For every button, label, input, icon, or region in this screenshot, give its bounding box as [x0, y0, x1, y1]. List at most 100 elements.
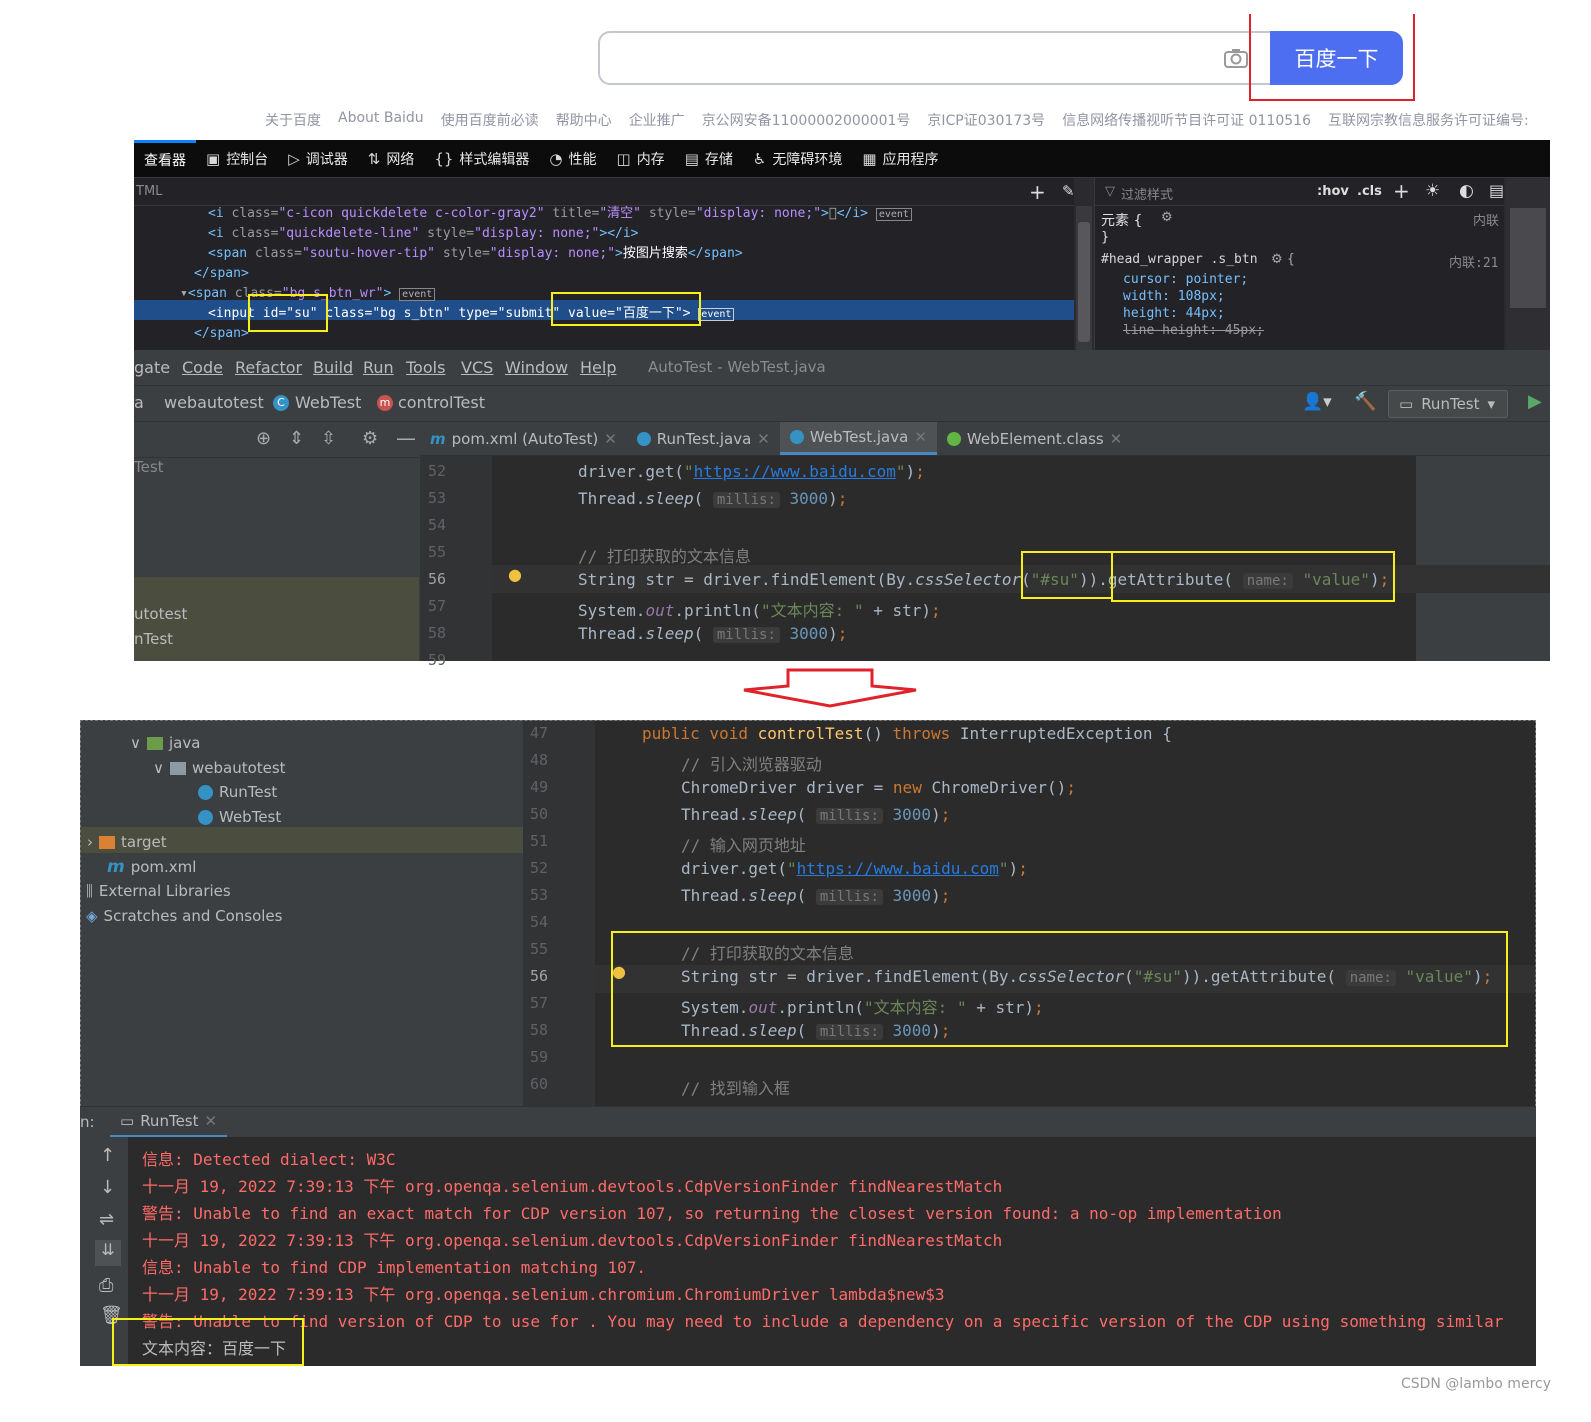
code-line[interactable]: System.out.println("文本内容: " + str);	[578, 597, 941, 621]
build-hammer-icon[interactable]: 🔨	[1354, 391, 1376, 412]
cls-toggle[interactable]: .cls	[1357, 184, 1382, 199]
code-line[interactable]: Thread.sleep( millis: 3000);	[578, 624, 847, 643]
menu-code[interactable]: Code	[182, 358, 223, 377]
event-badge[interactable]: event	[698, 308, 735, 321]
css-prop[interactable]: width: 108px;	[1123, 289, 1225, 304]
tab-webelement[interactable]: WebElement.class ✕	[937, 422, 1132, 455]
event-badge[interactable]: event	[399, 288, 436, 301]
footer-link[interactable]: 帮助中心	[556, 110, 612, 130]
scroll-to-end-icon[interactable]: ⇊	[95, 1240, 121, 1266]
tree-node-webtest[interactable]: WebTest	[198, 808, 281, 826]
tab-console[interactable]: ▣ 控制台	[196, 140, 278, 178]
arrow-up-icon[interactable]: ↑	[100, 1145, 115, 1166]
tab-memory[interactable]: ◫ 内存	[607, 140, 675, 178]
close-icon[interactable]: ✕	[604, 430, 617, 448]
code-line[interactable]: Thread.sleep( millis: 3000);	[578, 489, 847, 508]
menu-navigate[interactable]: gate	[134, 358, 170, 377]
css-prop[interactable]: cursor: pointer;	[1123, 272, 1248, 287]
tab-webtest[interactable]: WebTest.java ✕	[779, 422, 937, 455]
event-badge[interactable]: event	[875, 208, 912, 221]
css-prop[interactable]: height: 44px;	[1123, 306, 1225, 321]
tab-debugger[interactable]: ▷ 调试器	[278, 140, 358, 178]
tree-node-java[interactable]: ∨ java	[130, 734, 200, 752]
tree-node-target[interactable]: › target	[87, 833, 167, 851]
html-line[interactable]: <span class="soutu-hover-tip" style="dis…	[208, 244, 743, 264]
footer-link[interactable]: 京ICP证030173号	[927, 110, 1045, 130]
add-node-icon[interactable]: +	[1029, 180, 1046, 204]
rule-source[interactable]: 内联:21	[1449, 252, 1498, 271]
code-line[interactable]: public void controlTest() throws Interru…	[642, 724, 1172, 743]
menu-build[interactable]: Build	[313, 358, 353, 377]
print-icon[interactable]: ⎙	[99, 1275, 113, 1296]
footer-link[interactable]: 互联网宗教信息服务许可证编号:	[1328, 110, 1529, 130]
tree-node-scratches[interactable]: ◈ Scratches and Consoles	[86, 907, 282, 925]
user-icon[interactable]: 👤▾	[1302, 392, 1332, 412]
menu-window[interactable]: Window	[505, 358, 568, 377]
code-line[interactable]: driver.get("https://www.baidu.com");	[681, 859, 1028, 878]
arrow-down-icon[interactable]: ↓	[100, 1177, 115, 1198]
html-line[interactable]: </span>	[194, 264, 249, 284]
code-line[interactable]: driver.get("https://www.baidu.com");	[578, 462, 925, 481]
menu-help[interactable]: Help	[580, 358, 616, 377]
code-line[interactable]: // 打印获取的文本信息	[578, 543, 751, 567]
code-line[interactable]: Thread.sleep( millis: 3000);	[681, 886, 950, 905]
html-scrollbar[interactable]	[1076, 206, 1092, 350]
search-input[interactable]	[598, 31, 1270, 85]
breadcrumb-item[interactable]: a	[134, 393, 144, 412]
footer-link[interactable]: 使用百度前必读	[441, 110, 539, 130]
gear-icon[interactable]: ⚙	[362, 428, 378, 449]
html-line[interactable]: </span>	[194, 324, 249, 344]
locate-icon[interactable]: ⊕	[256, 428, 271, 449]
tab-accessibility[interactable]: ♿ 无障碍环境	[743, 140, 852, 178]
tab-pom[interactable]: m pom.xml (AutoTest) ✕	[420, 422, 627, 455]
tree-node-webautotest[interactable]: ∨ webautotest	[153, 759, 286, 777]
gear-icon[interactable]: ⚙	[1161, 210, 1173, 225]
close-icon[interactable]: ✕	[1110, 430, 1123, 448]
collapse-all-icon[interactable]: ⇳	[321, 428, 336, 449]
project-item[interactable]: Test	[134, 458, 164, 476]
gear-icon[interactable]: ⚙ {	[1271, 252, 1295, 267]
html-line[interactable]: <i class="quickdelete-line" style="displ…	[208, 224, 639, 244]
css-prop-overridden[interactable]: line-height: 45px;	[1123, 323, 1264, 338]
breadcrumb-item[interactable]: webautotest	[164, 393, 264, 412]
tab-inspector[interactable]: 查看器	[134, 140, 196, 178]
menu-run[interactable]: Run	[363, 358, 394, 377]
tab-storage[interactable]: ▤ 存储	[675, 140, 743, 178]
print-icon[interactable]: ▤	[1489, 181, 1504, 200]
tab-network[interactable]: ⇅ 网络	[358, 140, 425, 178]
breadcrumb-item[interactable]: WebTest	[295, 393, 361, 412]
run-tab[interactable]: ▭ RunTest ✕	[110, 1107, 228, 1138]
close-icon[interactable]: ✕	[205, 1112, 218, 1130]
filter-styles-input[interactable]: 过滤样式	[1121, 184, 1173, 203]
tree-node-external-libraries[interactable]: ⫼ External Libraries	[86, 882, 231, 900]
dark-mode-icon[interactable]: ◐	[1459, 181, 1474, 201]
code-line[interactable]: // 输入网页地址	[681, 832, 806, 856]
tree-node-pom[interactable]: m pom.xml	[107, 857, 196, 877]
minimize-icon[interactable]: —	[396, 426, 416, 450]
code-line[interactable]: // 引入浏览器驱动	[681, 751, 822, 775]
lightbulb-icon[interactable]: ●	[508, 565, 522, 584]
code-line[interactable]: ChromeDriver driver = new ChromeDriver()…	[681, 778, 1076, 797]
menu-refactor[interactable]: Refactor	[235, 358, 302, 377]
project-item[interactable]: utotest	[134, 605, 187, 623]
project-item[interactable]: nTest	[134, 630, 173, 648]
run-config-dropdown[interactable]: ▭ RunTest ▾	[1388, 390, 1508, 418]
add-rule-icon[interactable]: +	[1393, 179, 1410, 203]
code-line[interactable]: Thread.sleep( millis: 3000);	[681, 805, 950, 824]
footer-link[interactable]: 京公网安备11000002000001号	[702, 110, 911, 130]
tab-runtest[interactable]: RunTest.java ✕	[627, 422, 780, 455]
hov-toggle[interactable]: :hov	[1317, 184, 1349, 199]
rule-source[interactable]: 内联	[1473, 210, 1499, 229]
run-icon[interactable]: ▶	[1528, 391, 1542, 412]
close-icon[interactable]: ✕	[914, 428, 927, 446]
menu-tools[interactable]: Tools	[406, 358, 445, 377]
expand-all-icon[interactable]: ⇕	[289, 428, 304, 449]
code-line[interactable]: // 找到输入框	[681, 1075, 790, 1099]
camera-icon[interactable]	[1222, 44, 1250, 72]
tab-style-editor[interactable]: {} 样式编辑器	[424, 140, 539, 178]
breadcrumb-item[interactable]: controlTest	[398, 393, 485, 412]
html-line[interactable]: <i class="c-icon quickdelete c-color-gra…	[208, 204, 912, 224]
footer-link[interactable]: 企业推广	[629, 110, 685, 130]
soft-wrap-icon[interactable]: ⇌	[99, 1209, 114, 1230]
eyedropper-icon[interactable]: ✎	[1062, 182, 1075, 200]
